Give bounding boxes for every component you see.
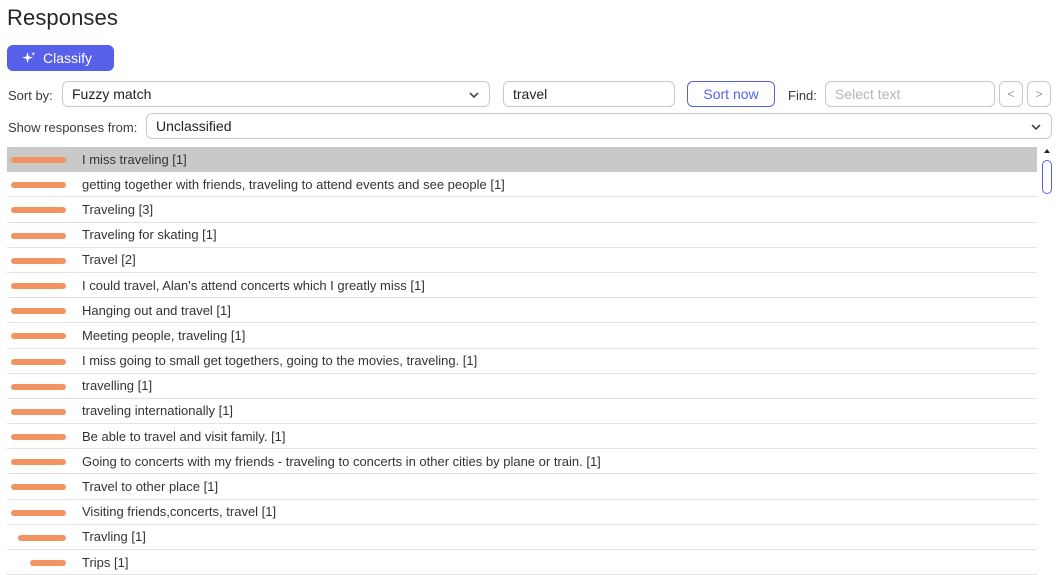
match-score-bar [11,207,66,214]
show-from-label: Show responses from: [8,120,138,135]
match-score-bar-track [11,434,66,441]
response-row[interactable]: Trips [1] [7,550,1037,575]
sort-by-label: Sort by: [8,88,53,103]
response-text: I miss going to small get togethers, goi… [82,353,478,369]
find-input[interactable] [825,81,995,107]
response-row[interactable]: I miss traveling [1] [7,147,1037,173]
response-text: Trips [1] [82,554,129,570]
response-row[interactable]: Going to concerts with my friends - trav… [7,449,1037,475]
classify-label: Classify [43,50,93,66]
classify-button[interactable]: Classify [7,45,114,71]
show-from-value: Unclassified [156,118,232,134]
response-text: Travel [2] [82,252,136,268]
sort-by-value: Fuzzy match [72,86,152,102]
scrollbar[interactable] [1040,147,1054,575]
match-score-bar [11,282,66,289]
response-text: Traveling for skating [1] [82,227,217,243]
response-text: Traveling [3] [82,201,154,217]
response-row[interactable]: Be able to travel and visit family. [1] [7,424,1037,450]
response-row[interactable]: I miss going to small get togethers, goi… [7,349,1037,374]
chevron-down-icon [469,92,479,99]
scroll-up-icon[interactable] [1043,147,1051,155]
match-score-bar-track [11,484,66,491]
find-prev-button[interactable]: < [999,81,1023,107]
match-score-bar [11,257,66,264]
scrollbar-thumb[interactable] [1042,160,1052,194]
responses-list: I miss traveling [1] getting together wit… [7,147,1037,575]
match-score-bar [11,434,66,441]
match-score-bar [11,459,66,466]
match-score-bar-track [11,257,66,264]
response-text: getting together with friends, traveling… [82,176,505,192]
match-score-bar [30,560,66,566]
response-row[interactable]: travelling [1] [7,374,1037,399]
sort-now-button[interactable]: Sort now [687,81,775,107]
response-text: Visiting friends,concerts, travel [1] [82,504,277,520]
match-score-bar [11,308,66,315]
response-row[interactable]: I could travel, Alan's attend concerts w… [7,273,1037,299]
match-score-bar [11,232,66,239]
response-row[interactable]: Hanging out and travel [1] [7,298,1037,324]
response-row[interactable]: Travling [1] [7,525,1037,550]
match-score-bar-track [11,459,66,466]
response-text: I miss traveling [1] [82,151,187,167]
match-score-bar-track [11,534,66,541]
match-score-bar-track [11,207,66,214]
match-score-bar-track [11,182,66,189]
response-text: Hanging out and travel [1] [82,302,231,318]
match-score-bar-track [11,358,66,365]
sparkle-icon [21,51,36,63]
response-row[interactable]: Traveling for skating [1] [7,223,1037,248]
response-row[interactable]: Travel to other place [1] [7,474,1037,500]
match-score-bar [18,534,66,541]
match-score-bar-track [11,408,66,415]
page-title: Responses [7,5,118,30]
response-row[interactable]: Meeting people, traveling [1] [7,323,1037,349]
match-score-bar [11,358,66,365]
sort-by-select[interactable]: Fuzzy match [62,81,490,107]
response-row[interactable]: traveling internationally [1] [7,399,1037,425]
find-label: Find: [788,88,817,103]
response-text: Be able to travel and visit family. [1] [82,428,286,444]
match-score-bar [11,408,66,415]
response-text: Going to concerts with my friends - trav… [82,453,601,469]
response-text: travelling [1] [82,378,153,394]
show-from-select[interactable]: Unclassified [146,113,1052,139]
response-row[interactable]: getting together with friends, traveling… [7,172,1037,198]
response-text: traveling internationally [1] [82,403,234,419]
chevron-down-icon [1031,124,1041,131]
response-row[interactable]: Traveling [3] [7,197,1037,223]
match-score-bar [11,509,66,516]
response-row[interactable]: Visiting friends,concerts, travel [1] [7,500,1037,525]
match-score-bar-track [11,383,66,390]
match-score-bar [11,182,66,189]
response-text: Meeting people, traveling [1] [82,327,246,343]
match-score-bar-track [11,509,66,516]
match-score-bar-track [11,232,66,239]
response-row[interactable]: Travel [2] [7,248,1037,273]
match-score-bar-track [11,308,66,315]
response-text: Travel to other place [1] [82,479,219,495]
match-score-bar-track [11,560,66,566]
find-next-button[interactable]: > [1027,81,1051,107]
match-score-bar [11,484,66,491]
match-score-bar-track [11,282,66,289]
response-text: Travling [1] [82,529,146,545]
match-score-bar [11,157,66,163]
fuzzy-search-input[interactable] [503,81,675,107]
match-score-bar-track [11,333,66,340]
match-score-bar [11,333,66,340]
match-score-bar [11,383,66,390]
match-score-bar-track [11,157,66,163]
response-text: I could travel, Alan's attend concerts w… [82,277,425,293]
